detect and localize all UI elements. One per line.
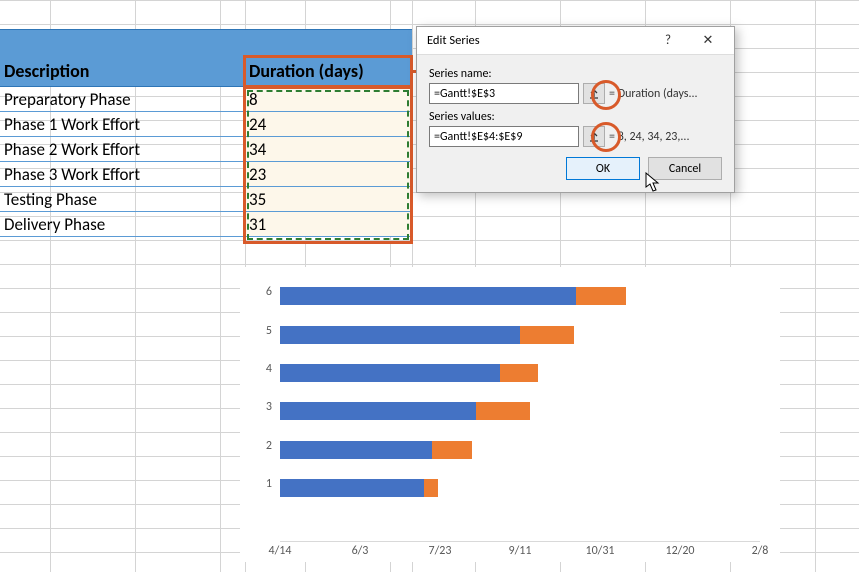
chart-x-label: 10/31 xyxy=(586,544,615,558)
chart-bar-row xyxy=(280,479,760,497)
collapse-dialog-icon xyxy=(588,88,600,100)
cell-description[interactable]: Phase 1 Work Effort xyxy=(0,112,245,136)
series-name-preview: = Duration (days... xyxy=(609,87,698,101)
chart-y-label: 2 xyxy=(240,439,272,453)
chart-bar-duration[interactable] xyxy=(476,402,530,420)
ok-button[interactable]: OK xyxy=(566,157,640,180)
chart-x-label: 7/23 xyxy=(429,544,452,558)
cell-description[interactable]: Preparatory Phase xyxy=(0,87,245,111)
chart-x-axis xyxy=(280,541,760,542)
chart-bar-start[interactable] xyxy=(280,364,500,382)
table-row[interactable]: Delivery Phase31 xyxy=(0,212,412,237)
series-name-label: Series name: xyxy=(429,67,722,81)
series-values-preview: = 8, 24, 34, 23,... xyxy=(609,130,689,144)
help-button[interactable]: ? xyxy=(648,29,688,53)
header-description[interactable]: Description xyxy=(0,30,245,86)
range-select-button-name[interactable] xyxy=(583,83,605,104)
chart-x-label: 12/20 xyxy=(666,544,695,558)
chart-bar-duration[interactable] xyxy=(500,364,538,382)
header-duration[interactable]: Duration (days) xyxy=(245,30,412,86)
chart-bar-duration[interactable] xyxy=(520,326,574,344)
dialog-title: Edit Series xyxy=(427,33,648,48)
cell-description[interactable]: Testing Phase xyxy=(0,187,245,211)
cell-description[interactable]: Delivery Phase xyxy=(0,212,245,236)
table-header-row: Description Duration (days) xyxy=(0,29,412,87)
data-table: Description Duration (days) Preparatory … xyxy=(0,29,412,237)
range-select-button-values[interactable] xyxy=(583,126,605,147)
chart-y-label: 5 xyxy=(240,324,272,338)
chart-y-label: 1 xyxy=(240,477,272,491)
cell-duration[interactable]: 8 xyxy=(245,87,412,111)
series-values-label: Series values: xyxy=(429,110,722,124)
cell-duration[interactable]: 35 xyxy=(245,187,412,211)
chart-bar-start[interactable] xyxy=(280,479,424,497)
chart-bar-duration[interactable] xyxy=(576,287,626,305)
collapse-dialog-icon xyxy=(588,131,600,143)
gantt-chart[interactable]: 6 5 4 3 2 1 4/14 6/3 7/23 9/11 10/31 12/20 2/8 xyxy=(240,267,780,562)
chart-x-label: 2/8 xyxy=(752,544,769,558)
cell-duration[interactable]: 31 xyxy=(245,212,412,236)
table-row[interactable]: Testing Phase35 xyxy=(0,187,412,212)
close-button[interactable]: ✕ xyxy=(688,29,728,53)
chart-bar-duration[interactable] xyxy=(424,479,438,497)
table-row[interactable]: Preparatory Phase8 xyxy=(0,87,412,112)
series-name-input[interactable] xyxy=(429,83,579,104)
chart-x-label: 9/11 xyxy=(509,544,532,558)
chart-x-label: 6/3 xyxy=(352,544,369,558)
cell-description[interactable]: Phase 3 Work Effort xyxy=(0,162,245,186)
chart-y-label: 3 xyxy=(240,400,272,414)
chart-bar-row xyxy=(280,287,760,305)
chart-x-label: 4/14 xyxy=(269,544,292,558)
chart-bar-start[interactable] xyxy=(280,287,576,305)
cell-duration[interactable]: 23 xyxy=(245,162,412,186)
chart-bar-start[interactable] xyxy=(280,441,432,459)
chart-bar-duration[interactable] xyxy=(432,441,472,459)
chart-bar-row xyxy=(280,364,760,382)
chart-bar-start[interactable] xyxy=(280,326,520,344)
series-values-input[interactable] xyxy=(429,126,579,147)
edit-series-dialog: Edit Series ? ✕ Series name: = Duration … xyxy=(416,26,735,193)
cell-duration[interactable]: 34 xyxy=(245,137,412,161)
cancel-button[interactable]: Cancel xyxy=(648,157,722,180)
dialog-titlebar[interactable]: Edit Series ? ✕ xyxy=(417,27,734,55)
table-row[interactable]: Phase 2 Work Effort34 xyxy=(0,137,412,162)
chart-bar-row xyxy=(280,326,760,344)
cell-duration[interactable]: 24 xyxy=(245,112,412,136)
chart-bar-row xyxy=(280,402,760,420)
chart-y-label: 6 xyxy=(240,285,272,299)
cell-description[interactable]: Phase 2 Work Effort xyxy=(0,137,245,161)
chart-bar-row xyxy=(280,441,760,459)
chart-y-label: 4 xyxy=(240,362,272,376)
table-row[interactable]: Phase 1 Work Effort24 xyxy=(0,112,412,137)
table-row[interactable]: Phase 3 Work Effort23 xyxy=(0,162,412,187)
chart-bar-start[interactable] xyxy=(280,402,476,420)
